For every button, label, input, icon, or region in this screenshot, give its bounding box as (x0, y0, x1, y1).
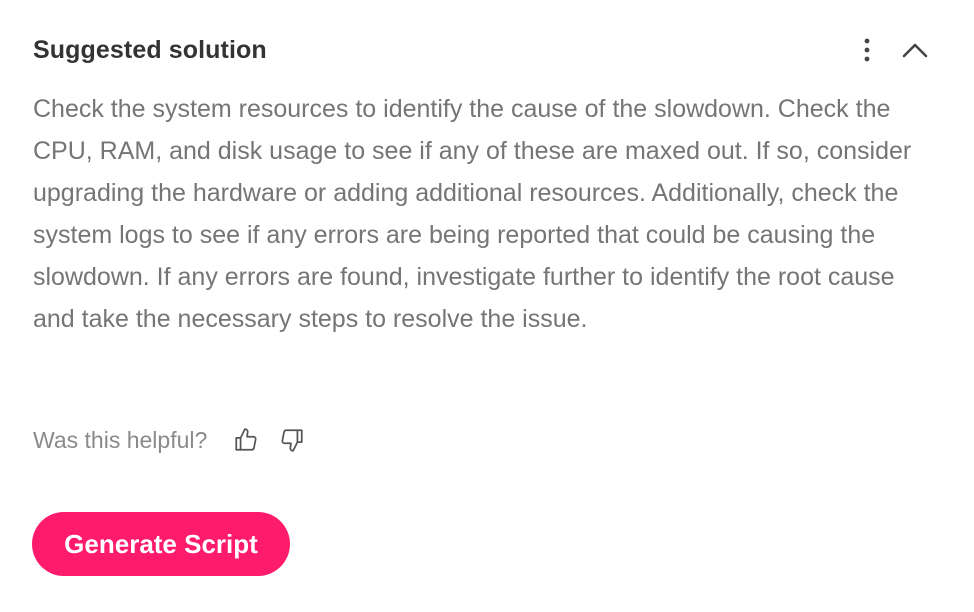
thumbs-down-icon (281, 429, 303, 452)
more-vertical-icon (864, 38, 870, 62)
thumbs-up-icon (235, 428, 257, 451)
collapse-button[interactable] (897, 32, 933, 68)
generate-script-button[interactable]: Generate Script (32, 512, 290, 576)
thumbs-up-button[interactable] (231, 425, 261, 455)
feedback-row: Was this helpful? (33, 422, 323, 458)
card-title: Suggested solution (33, 35, 267, 64)
more-options-button[interactable] (849, 32, 885, 68)
thumbs-down-button[interactable] (277, 425, 307, 455)
chevron-up-icon (902, 43, 928, 58)
header-actions (849, 32, 933, 68)
solution-text: Check the system resources to identify t… (33, 95, 912, 333)
suggested-solution-card: Suggested solution Check the system reso… (0, 0, 974, 612)
card-header: Suggested solution (33, 30, 933, 70)
feedback-label: Was this helpful? (33, 426, 208, 453)
